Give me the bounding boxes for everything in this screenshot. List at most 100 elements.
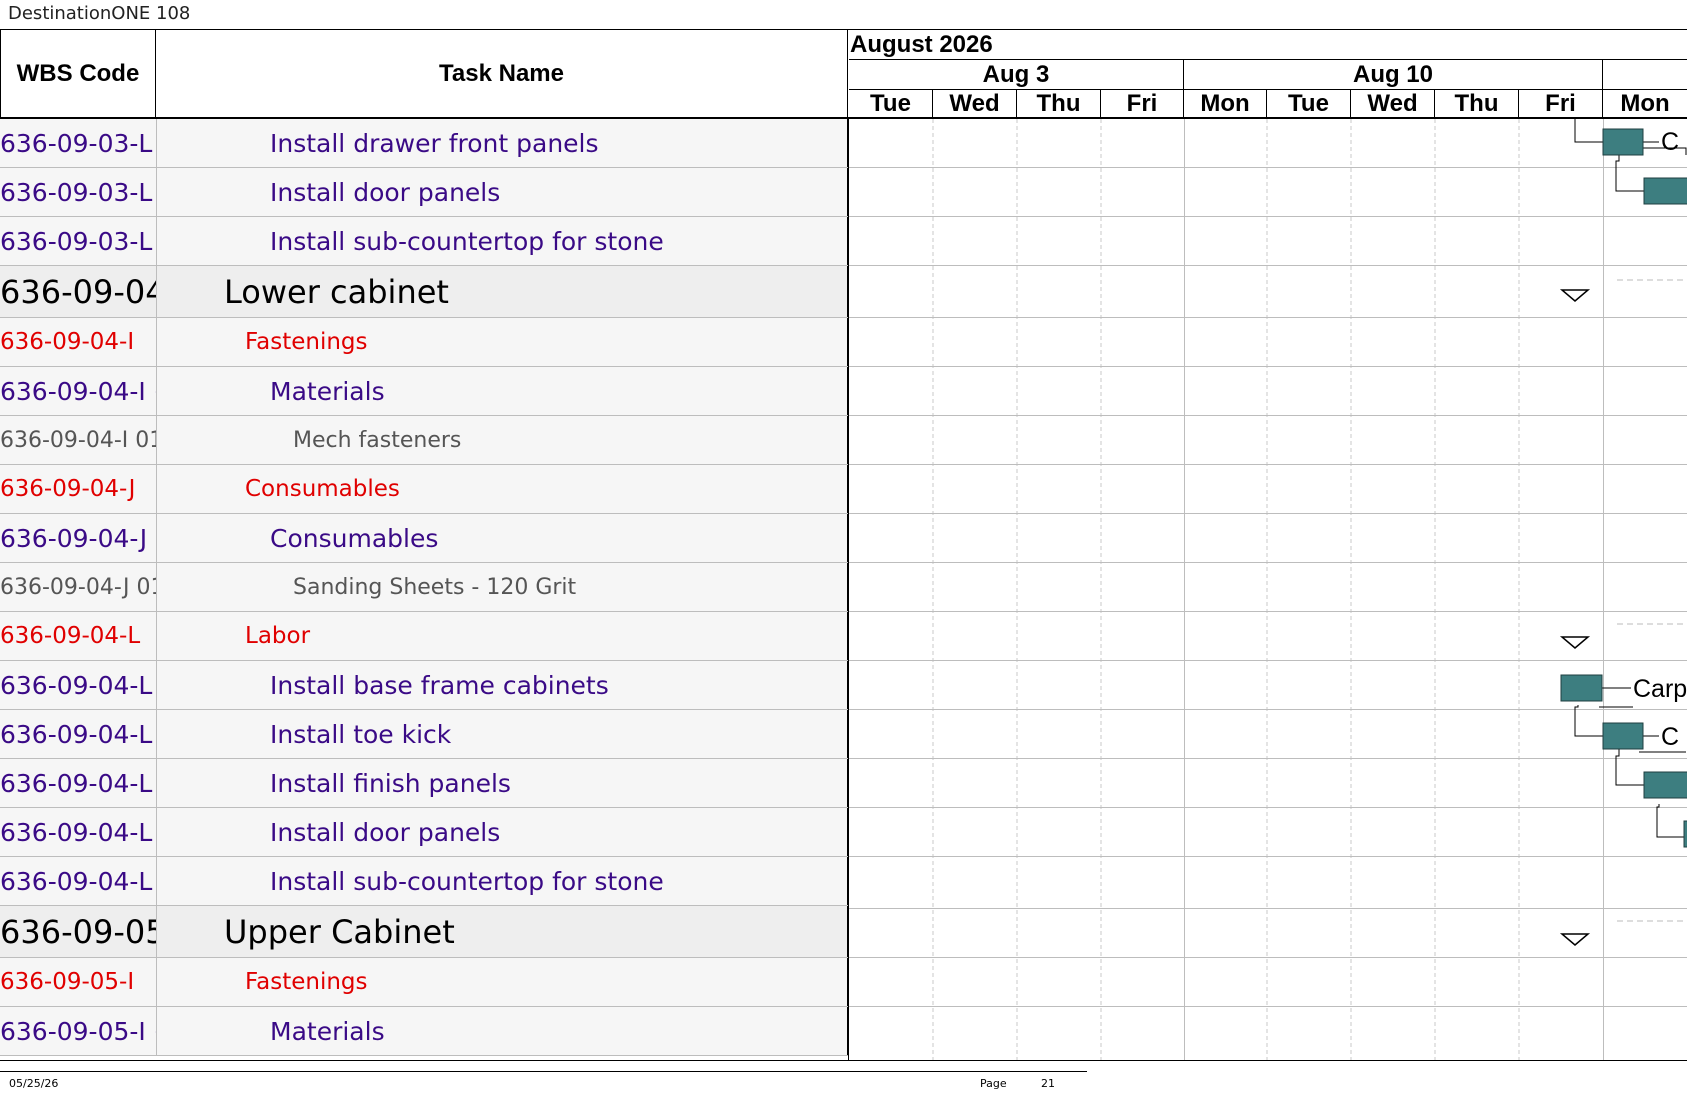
table-row[interactable]: 636-09-04-L Install sub-countertop for st… <box>0 857 848 906</box>
wbs-code-cell: 636-09-04-J 01 <box>0 563 157 611</box>
table-row[interactable]: 636-09-04-L Install door panels <box>0 808 848 857</box>
table-row-summary[interactable]: 636-09-05 Upper Cabinet <box>0 906 848 958</box>
table-row-group[interactable]: 636-09-04-J Consumables <box>0 465 848 514</box>
gantt-task-bar[interactable] <box>1560 674 1603 702</box>
timeline-week-header: Aug 10 <box>1184 60 1603 90</box>
gantt-task-bar[interactable] <box>1602 722 1644 750</box>
task-name-cell: Sanding Sheets - 120 Grit <box>157 563 848 611</box>
wbs-code-cell: 636-09-03-L <box>0 168 157 216</box>
task-name-cell: Lower cabinet <box>157 266 848 317</box>
wbs-code-cell: 636-09-05 <box>0 906 157 957</box>
dependency-link <box>1574 119 1603 143</box>
gantt-task-bar[interactable] <box>1602 128 1644 156</box>
table-row-group[interactable]: 636-09-04-I Fastenings <box>0 318 848 367</box>
gantt-day-gridlines <box>932 119 1520 1061</box>
timeline-week-header: Aug 3 <box>849 60 1184 90</box>
task-name-cell: Install sub-countertop for stone <box>157 217 848 265</box>
task-name-cell: Fastenings <box>157 958 848 1006</box>
gantt-bar-label: C <box>1661 723 1679 751</box>
wbs-code-cell: 636-09-03-L <box>0 217 157 265</box>
gantt-task-bar[interactable] <box>1643 177 1687 205</box>
task-name-cell: Install door panels <box>157 168 848 216</box>
wbs-code-cell: 636-09-04-I ( <box>0 367 157 415</box>
timeline-day-header: Mon <box>1620 90 1670 117</box>
table-row[interactable]: 636-09-05-I (Materials <box>0 1007 848 1056</box>
task-name-cell: Mech fasteners <box>157 416 848 464</box>
table-row-summary[interactable]: 636-09-04 Lower cabinet <box>0 266 848 318</box>
table-row[interactable]: 636-09-04-L Install base frame cabinets <box>0 661 848 710</box>
timeline-day-header: Fri <box>1101 90 1184 118</box>
wbs-code-cell: 636-09-04-L <box>0 759 157 807</box>
footer-rule <box>0 1071 1087 1072</box>
gantt-chart[interactable]: C Carp C <box>848 119 1687 1061</box>
table-row[interactable]: 636-09-04-L Install finish panels <box>0 759 848 808</box>
gantt-canvas[interactable]: C Carp C <box>849 119 1687 1061</box>
wbs-code-cell: 636-09-04-L <box>0 612 157 660</box>
gantt-bar-label: Carp <box>1633 675 1687 703</box>
timeline-day-header: Mon <box>1184 90 1267 118</box>
task-name-cell: Labor <box>157 612 848 660</box>
timeline-day-header: Fri <box>1519 90 1603 118</box>
table-row[interactable]: 636-09-03-L Install drawer front panels <box>0 119 848 168</box>
wbs-code-cell: 636-09-05-I ( <box>0 1007 157 1055</box>
task-name-cell: Fastenings <box>157 318 848 366</box>
gantt-week-gridlines <box>1184 119 1604 1061</box>
gantt-row-lines <box>849 167 1687 1007</box>
column-header-wbs-code[interactable]: WBS Code <box>0 30 156 118</box>
wbs-code-cell: 636-09-04-J ( <box>0 514 157 562</box>
dependency-link <box>1615 749 1644 786</box>
table-row[interactable]: 636-09-04-J (Consumables <box>0 514 848 563</box>
wbs-code-cell: 636-09-04 <box>0 266 157 317</box>
table-row-group[interactable]: 636-09-05-I Fastenings <box>0 958 848 1007</box>
gantt-bottom-rule <box>0 1060 1687 1061</box>
collapse-triangle-icon[interactable] <box>1559 289 1591 302</box>
column-header-task-name[interactable]: Task Name <box>156 30 848 118</box>
wbs-code-cell: 636-09-04-J <box>0 465 157 513</box>
summary-collapse-markers[interactable] <box>1559 289 1591 946</box>
timeline-day-header: Wed <box>933 90 1017 118</box>
task-name-cell: Install drawer front panels <box>157 119 848 167</box>
task-name-cell: Install finish panels <box>157 759 848 807</box>
gantt-summary-lines <box>1617 279 1687 922</box>
timeline-month-header: August 2026 <box>849 30 1687 60</box>
timeline-day-header: Thu <box>1017 90 1101 118</box>
table-row-resource[interactable]: 636-09-04-I 01 Mech fasteners <box>0 416 848 465</box>
task-name-cell: Upper Cabinet <box>157 906 848 957</box>
gantt-task-bar[interactable] <box>1643 771 1687 799</box>
table-row[interactable]: 636-09-04-L Install toe kick <box>0 710 848 759</box>
table-header: WBS Code Task Name August 2026 Aug 3 Aug… <box>0 30 1687 118</box>
wbs-code-cell: 636-09-03-L <box>0 119 157 167</box>
task-name-cell: Consumables <box>157 514 848 562</box>
collapse-triangle-icon[interactable] <box>1559 636 1591 649</box>
task-name-cell: Materials <box>157 1007 848 1055</box>
table-row-group[interactable]: 636-09-04-L Labor <box>0 612 848 661</box>
wbs-code-cell: 636-09-04-L <box>0 710 157 758</box>
timeline-day-header: Wed <box>1351 90 1435 118</box>
wbs-code-cell: 636-09-04-L <box>0 661 157 709</box>
wbs-code-cell: 636-09-04-I <box>0 318 157 366</box>
task-name-cell: Install door panels <box>157 808 848 856</box>
footer-date: 05/25/26 <box>9 1077 59 1090</box>
wbs-code-cell: 636-09-04-L <box>0 808 157 856</box>
task-table: 636-09-03-L Install drawer front panels 6… <box>0 119 848 1056</box>
footer-page-label: Page <box>980 1077 1007 1090</box>
document-title: DestinationONE 108 <box>8 3 191 24</box>
table-row[interactable]: 636-09-04-I (Materials <box>0 367 848 416</box>
gantt-bar-label: C <box>1661 128 1679 156</box>
task-name-cell: Install toe kick <box>157 710 848 758</box>
table-row[interactable]: 636-09-03-L Install sub-countertop for st… <box>0 217 848 266</box>
wbs-code-cell: 636-09-04-I 01 <box>0 416 157 464</box>
task-name-cell: Install sub-countertop for stone <box>157 857 848 905</box>
task-name-cell: Install base frame cabinets <box>157 661 848 709</box>
table-row[interactable]: 636-09-03-L Install door panels <box>0 168 848 217</box>
timeline-day-header: Thu <box>1435 90 1519 118</box>
table-row-resource[interactable]: 636-09-04-J 01 Sanding Sheets - 120 Grit <box>0 563 848 612</box>
timeline-week-header-partial <box>1603 60 1687 90</box>
gantt-bar-labels: C Carp C <box>1633 128 1687 751</box>
timeline-day-header: Tue <box>849 90 933 118</box>
timeline-day-header: Tue <box>1267 90 1351 118</box>
footer-page-number: 21 <box>1041 1077 1055 1090</box>
wbs-code-cell: 636-09-04-L <box>0 857 157 905</box>
wbs-code-cell: 636-09-05-I <box>0 958 157 1006</box>
collapse-triangle-icon[interactable] <box>1559 933 1591 946</box>
